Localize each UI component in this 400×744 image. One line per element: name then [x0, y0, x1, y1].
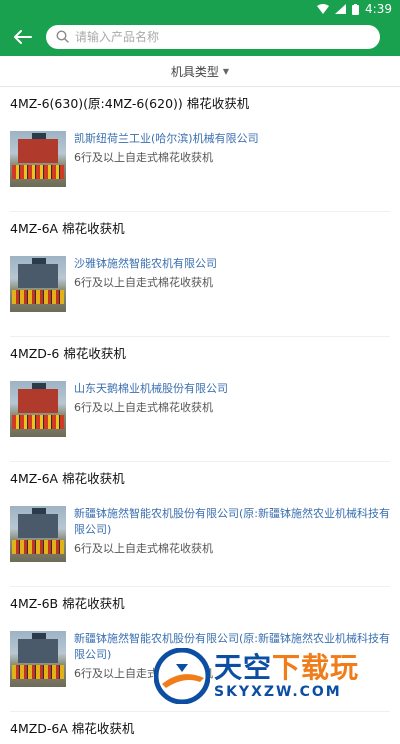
- caret-down-icon: ▼: [222, 66, 230, 76]
- product-row[interactable]: 新疆钵施然智能农机股份有限公司(原:新疆钵施然农业机械科技有限公司) 6行及以上…: [10, 494, 390, 587]
- product-title[interactable]: 4MZ-6A 棉花收获机: [10, 214, 390, 244]
- list-item[interactable]: 4MZD-6 棉花收获机 山东天鹅棉业机械股份有限公司 6行及以上自走式棉花收获…: [0, 339, 400, 462]
- watermark-logo-icon: [153, 647, 211, 705]
- product-title[interactable]: 4MZ-6(630)(原:4MZ-6(620)) 棉花收获机: [10, 89, 390, 119]
- back-arrow-icon[interactable]: [10, 24, 36, 50]
- product-desc: 6行及以上自走式棉花收获机: [74, 276, 213, 289]
- product-desc: 6行及以上自走式棉花收获机: [74, 151, 213, 164]
- header: [0, 18, 400, 56]
- product-row[interactable]: 山东天鹅棉业机械股份有限公司 6行及以上自走式棉花收获机: [10, 369, 390, 462]
- product-image[interactable]: [10, 131, 66, 187]
- battery-icon: [352, 3, 360, 15]
- list-item[interactable]: 4MZ-6(630)(原:4MZ-6(620)) 棉花收获机 凯斯纽荷兰工业(哈…: [0, 89, 400, 212]
- product-title[interactable]: 4MZ-6A 棉花收获机: [10, 464, 390, 494]
- company-name[interactable]: 新疆钵施然智能农机股份有限公司(原:新疆钵施然农业机械科技有限公司): [74, 506, 390, 538]
- product-image[interactable]: [10, 506, 66, 562]
- list-item[interactable]: 4MZD-6A 棉花收获机: [0, 714, 400, 744]
- list-item[interactable]: 4MZ-6A 棉花收获机 沙雅钵施然智能农机有限公司 6行及以上自走式棉花收获机: [0, 214, 400, 337]
- product-title[interactable]: 4MZ-6B 棉花收获机: [10, 589, 390, 619]
- search-input[interactable]: [75, 30, 370, 44]
- company-name[interactable]: 沙雅钵施然智能农机有限公司: [74, 256, 390, 272]
- product-row[interactable]: 沙雅钵施然智能农机有限公司 6行及以上自走式棉花收获机: [10, 244, 390, 337]
- search-icon: [56, 28, 69, 47]
- status-bar: 4:39: [0, 0, 400, 18]
- product-desc: 6行及以上自走式棉花收获机: [74, 401, 213, 414]
- company-name[interactable]: 山东天鹅棉业机械股份有限公司: [74, 381, 390, 397]
- search-box[interactable]: [46, 25, 380, 49]
- company-name[interactable]: 凯斯纽荷兰工业(哈尔滨)机械有限公司: [74, 131, 390, 147]
- machine-type-filter[interactable]: 机具类型 ▼: [0, 56, 400, 87]
- list-item[interactable]: 4MZ-6A 棉花收获机 新疆钵施然智能农机股份有限公司(原:新疆钵施然农业机械…: [0, 464, 400, 587]
- product-row[interactable]: 凯斯纽荷兰工业(哈尔滨)机械有限公司 6行及以上自走式棉花收获机: [10, 119, 390, 212]
- wifi-icon: [317, 4, 330, 14]
- watermark-name-1: 天空: [214, 651, 273, 684]
- product-title[interactable]: 4MZD-6 棉花收获机: [10, 339, 390, 369]
- product-image[interactable]: [10, 631, 66, 687]
- watermark-url: SKYXZW.COM: [214, 684, 342, 700]
- filter-label: 机具类型: [170, 64, 219, 79]
- product-list: 4MZ-6(630)(原:4MZ-6(620)) 棉花收获机 凯斯纽荷兰工业(哈…: [0, 89, 400, 744]
- signal-icon: [335, 4, 347, 14]
- watermark: 天空下载玩 SKYXZW.COM: [153, 647, 394, 705]
- product-image[interactable]: [10, 256, 66, 312]
- watermark-name-2: 下载玩: [272, 651, 360, 684]
- status-time: 4:39: [365, 2, 392, 16]
- product-desc: 6行及以上自走式棉花收获机: [74, 542, 213, 555]
- product-title[interactable]: 4MZD-6A 棉花收获机: [10, 714, 390, 744]
- product-image[interactable]: [10, 381, 66, 437]
